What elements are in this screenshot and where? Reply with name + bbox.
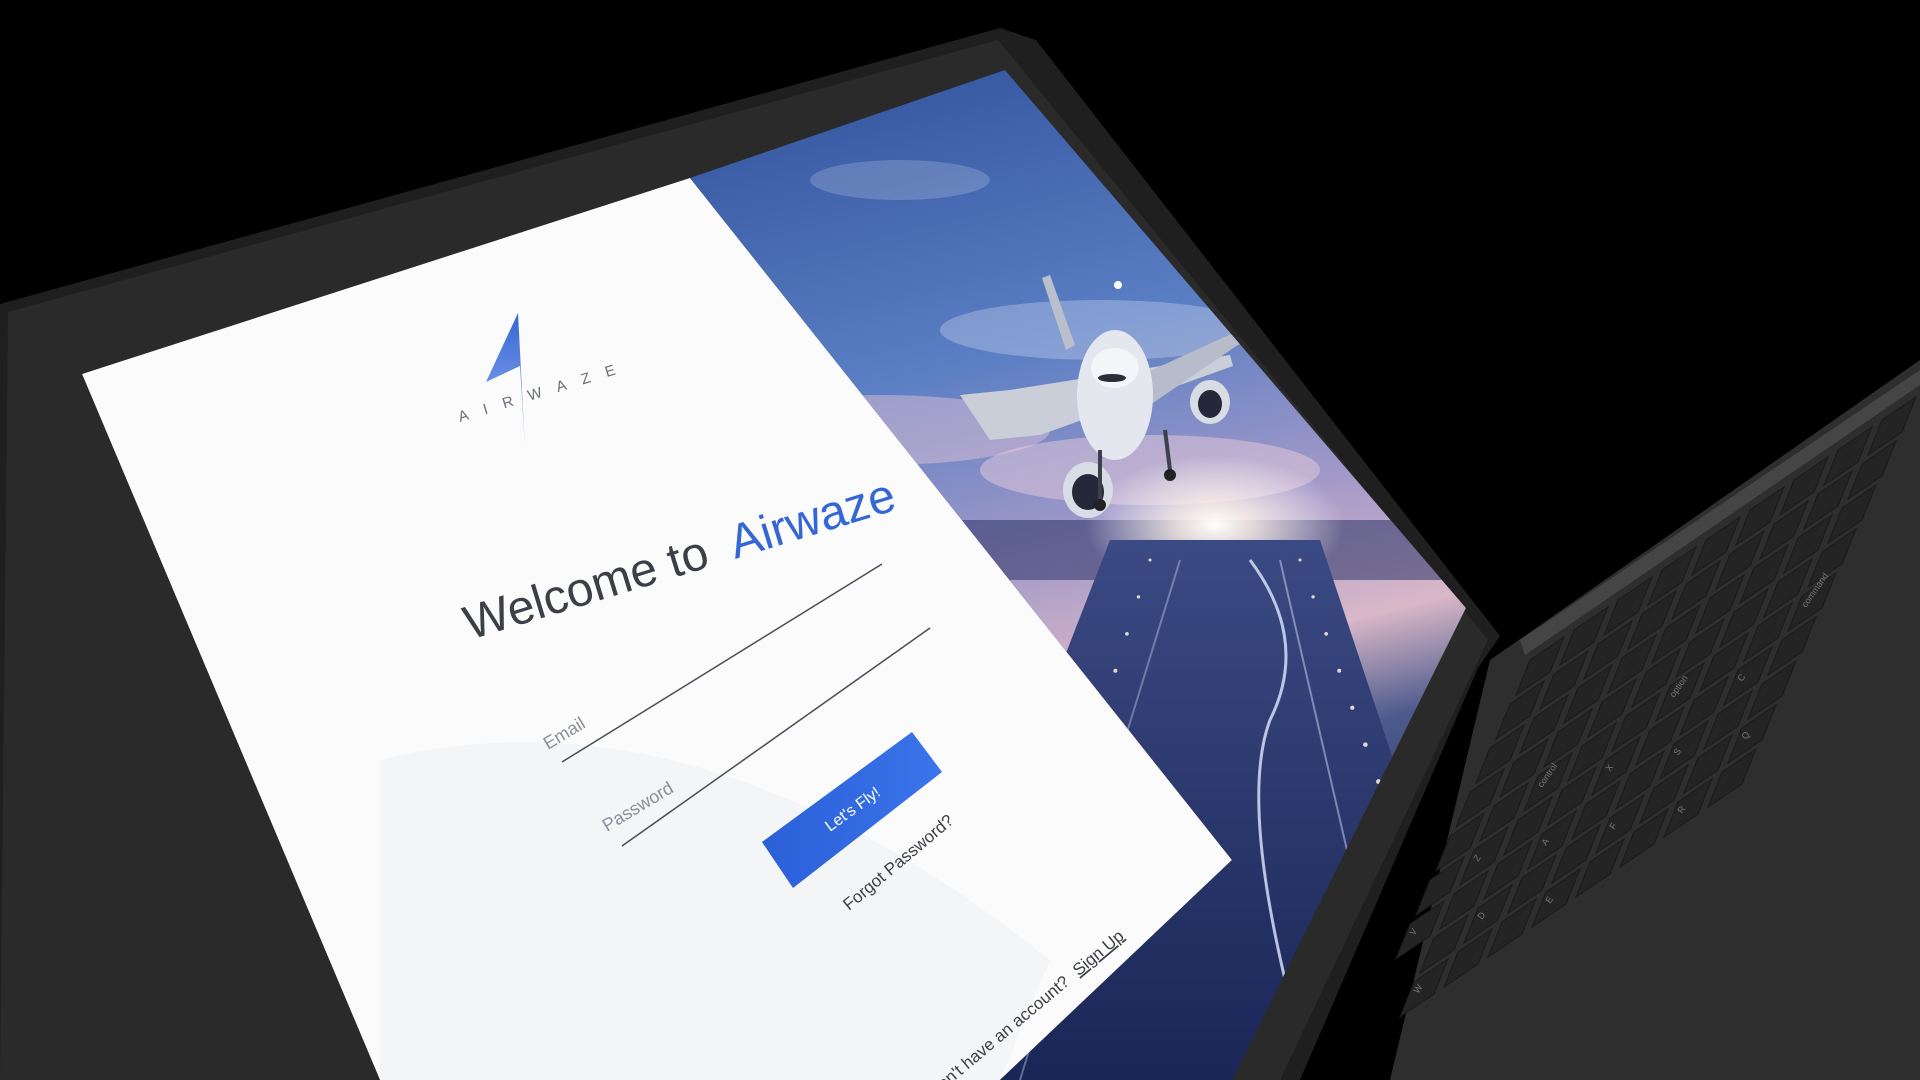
runway-light xyxy=(1363,742,1368,747)
runway-light xyxy=(1311,595,1315,599)
runway-light xyxy=(1401,852,1408,859)
runway-light xyxy=(1337,668,1342,673)
runway-light xyxy=(1298,558,1302,562)
runway-light xyxy=(1414,889,1421,896)
keyboard-deck: controloptioncommandZXCVASDFQWER xyxy=(1390,360,1920,1080)
runway-light xyxy=(1148,558,1152,562)
runway-light xyxy=(1136,595,1141,599)
laptop-scene: controloptioncommandZXCVASDFQWER AIRWAZE… xyxy=(0,28,1920,1080)
runway-light xyxy=(1350,705,1355,710)
runway-light xyxy=(1125,632,1129,636)
runway-light xyxy=(1324,632,1328,636)
runway-light xyxy=(1113,668,1118,673)
